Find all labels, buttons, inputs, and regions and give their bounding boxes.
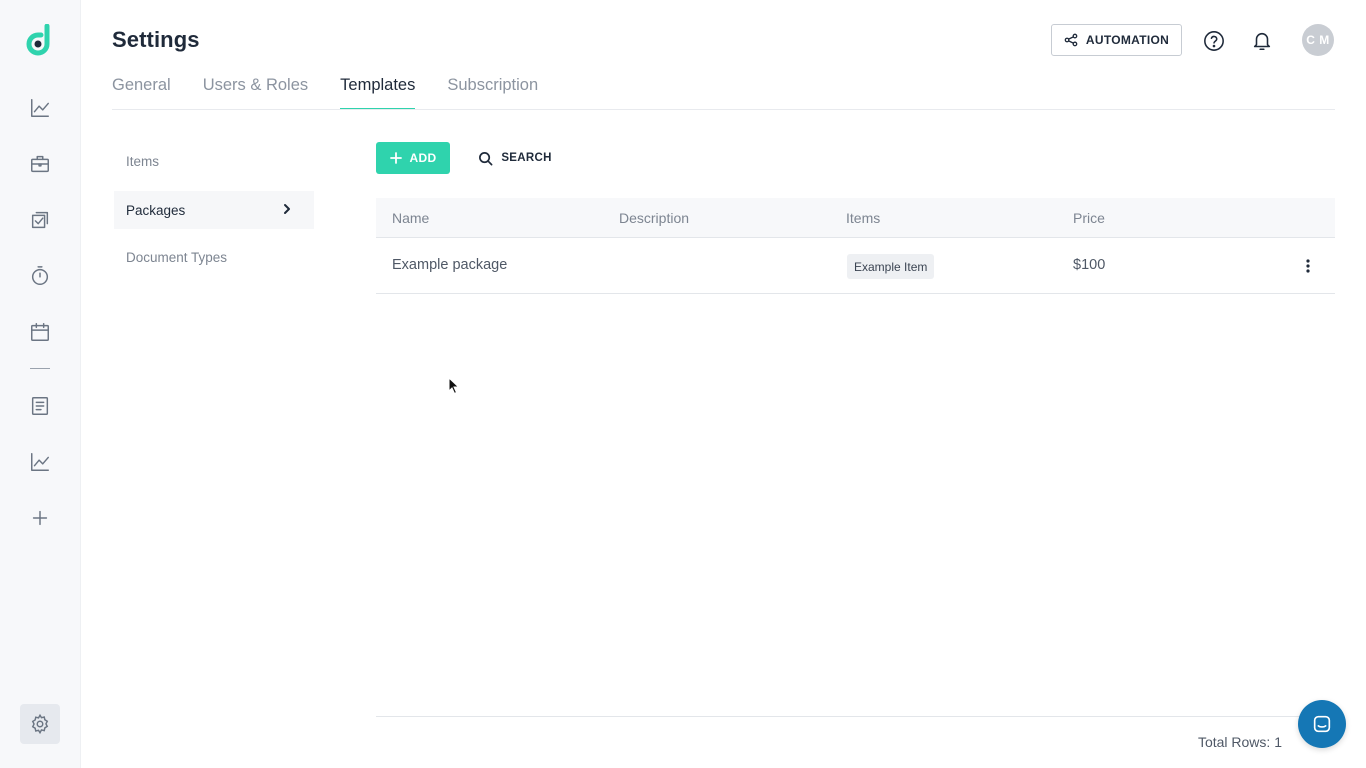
column-header-name[interactable]: Name [392,210,429,226]
tasks-icon[interactable] [28,208,52,232]
timer-icon[interactable] [28,264,52,288]
item-chip: Example Item [847,254,935,279]
page-title: Settings [112,27,200,52]
cell-price: $100 [1073,257,1106,273]
add-button[interactable]: ADD [376,142,450,174]
submenu-item-label: Document Types [126,249,228,265]
mouse-cursor-icon [448,377,460,395]
share-nodes-icon [1064,33,1078,47]
avatar[interactable]: C M [1302,24,1334,56]
table-footer-divider [376,716,1335,717]
table-header: Name Description Items Price [376,198,1335,238]
more-options-icon[interactable] [1298,256,1318,276]
document-icon[interactable] [28,394,52,418]
column-header-description[interactable]: Description [619,210,689,226]
search-label: SEARCH [501,152,552,164]
chat-icon [1313,715,1331,733]
total-rows-count: Total Rows: 1 [1197,734,1282,750]
notifications-bell-icon[interactable] [1250,29,1274,53]
submenu-item-items[interactable]: Items [114,142,314,180]
chat-launcher-button[interactable] [1298,700,1346,748]
tab-templates[interactable]: Templates [340,72,416,110]
settings-icon[interactable] [20,704,60,744]
column-header-items[interactable]: Items [846,210,880,226]
tab-general[interactable]: General [112,72,171,110]
briefcase-icon[interactable] [28,152,52,176]
analytics-icon[interactable] [28,96,52,120]
plus-icon [389,152,402,164]
search-icon [479,151,493,165]
tab-users-roles[interactable]: Users & Roles [203,72,308,110]
help-icon[interactable] [1202,29,1226,53]
submenu-item-label: Items [126,153,160,169]
automation-button[interactable]: AUTOMATION [1051,24,1182,56]
settings-tabs: General Users & Roles Templates Subscrip… [112,72,570,110]
add-icon[interactable] [28,506,52,530]
column-header-price[interactable]: Price [1073,210,1105,226]
tab-subscription[interactable]: Subscription [447,72,538,110]
sidebar [0,0,81,768]
sidebar-divider [30,368,50,369]
submenu-item-document-types[interactable]: Document Types [114,238,314,276]
reports-icon[interactable] [28,450,52,474]
header-divider [112,109,1335,110]
chevron-right-icon [280,202,294,216]
add-label: ADD [409,151,437,165]
search-button[interactable]: SEARCH [472,142,558,174]
submenu-item-packages[interactable]: Packages [114,191,314,229]
logo-icon[interactable] [25,23,55,57]
cell-name: Example package [392,257,508,273]
automation-label: AUTOMATION [1085,33,1170,47]
table-row[interactable]: Example package Example Item $100 [376,238,1335,294]
submenu-item-label: Packages [126,202,186,218]
calendar-icon[interactable] [28,320,52,344]
